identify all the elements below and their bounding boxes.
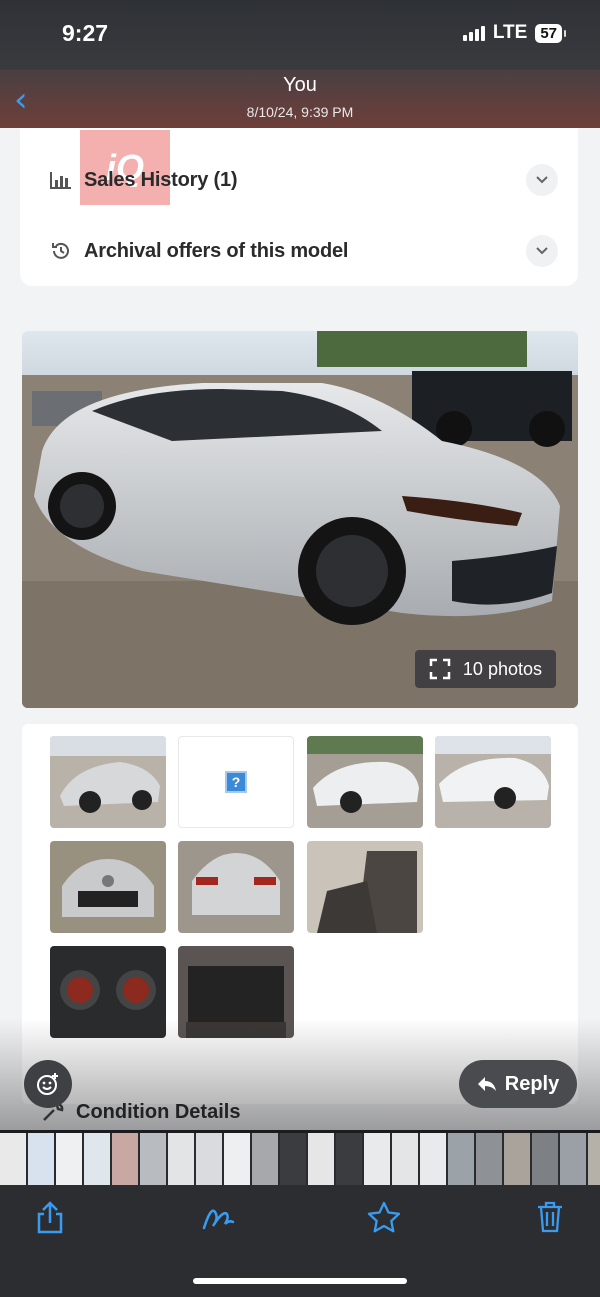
favorite-icon[interactable] — [366, 1199, 402, 1235]
nav-bar: ‹ You 8/10/24, 9:39 PM — [0, 70, 600, 128]
thumbnail-missing[interactable]: ? — [178, 736, 294, 828]
status-indicators: LTE 57 — [462, 22, 566, 44]
status-time: 9:27 — [62, 20, 109, 46]
filmstrip-thumb[interactable] — [336, 1133, 362, 1185]
filmstrip-thumb[interactable] — [560, 1133, 586, 1185]
filmstrip-thumb[interactable] — [364, 1133, 390, 1185]
filmstrip-thumb[interactable] — [252, 1133, 278, 1185]
history-icon — [48, 240, 74, 262]
thumbnail[interactable] — [178, 841, 294, 933]
sales-history-label: Sales History (1) — [84, 168, 238, 191]
reply-label: Reply — [504, 1072, 560, 1095]
home-indicator — [193, 1278, 407, 1284]
archival-offers-row[interactable]: Archival offers of this model — [48, 231, 558, 271]
filmstrip-thumb[interactable] — [56, 1133, 82, 1185]
main-car-photo[interactable]: 10 photos — [22, 331, 578, 708]
filmstrip-thumb[interactable] — [392, 1133, 418, 1185]
nav-title: You — [283, 74, 317, 96]
filmstrip-thumb[interactable] — [168, 1133, 194, 1185]
condition-details-label: Condition Details — [76, 1100, 241, 1123]
markup-icon[interactable] — [200, 1199, 236, 1235]
sales-history-row[interactable]: Sales History (1) — [48, 160, 558, 200]
photos-count-badge[interactable]: 10 photos — [414, 650, 556, 688]
battery-icon: 57 — [535, 23, 566, 43]
filmstrip-thumb[interactable] — [280, 1133, 306, 1185]
filmstrip-thumb[interactable] — [84, 1133, 110, 1185]
filmstrip-thumb[interactable] — [532, 1133, 558, 1185]
missing-image-icon: ? — [225, 771, 247, 793]
filmstrip-thumb[interactable] — [448, 1133, 474, 1185]
nav-timestamp: 8/10/24, 9:39 PM — [246, 104, 354, 120]
thumbnail[interactable] — [435, 736, 551, 828]
filmstrip-thumb[interactable] — [476, 1133, 502, 1185]
photos-count-label: 10 photos — [462, 658, 542, 679]
thumbnail[interactable] — [307, 841, 423, 933]
thumbnail[interactable] — [50, 946, 166, 1038]
chevron-down-icon[interactable] — [526, 164, 558, 196]
archival-offers-label: Archival offers of this model — [84, 239, 349, 262]
thumbnail[interactable] — [50, 736, 166, 828]
reply-button[interactable]: Reply — [459, 1060, 577, 1108]
filmstrip-thumb[interactable] — [588, 1133, 600, 1185]
fullscreen-icon — [429, 658, 451, 680]
filmstrip-thumb[interactable] — [420, 1133, 446, 1185]
condition-details-row[interactable]: Condition Details — [40, 1100, 240, 1124]
sections-card: iQ Sales History (1) Archival offers of … — [20, 128, 578, 286]
photo-content[interactable]: iQ Sales History (1) Archival offers of … — [0, 128, 600, 1130]
filmstrip-thumb[interactable] — [308, 1133, 334, 1185]
thumbnail[interactable] — [178, 946, 294, 1038]
bar-chart-icon — [48, 169, 74, 191]
add-reaction-button[interactable] — [24, 1060, 72, 1108]
thumbnail[interactable] — [50, 841, 166, 933]
thumbnail[interactable] — [307, 736, 423, 828]
filmstrip-thumb[interactable] — [196, 1133, 222, 1185]
trash-icon[interactable] — [532, 1199, 568, 1235]
filmstrip-thumb[interactable] — [224, 1133, 250, 1185]
filmstrip-thumb[interactable] — [112, 1133, 138, 1185]
signal-icon — [462, 25, 485, 41]
filmstrip-thumb[interactable] — [0, 1133, 26, 1185]
network-label: LTE — [492, 22, 528, 43]
smiley-plus-icon — [37, 1073, 58, 1095]
filmstrip-thumb[interactable] — [28, 1133, 54, 1185]
status-bar: 9:27 LTE 57 — [0, 0, 600, 70]
filmstrip-thumb[interactable] — [140, 1133, 166, 1185]
reply-arrow-icon — [477, 1077, 496, 1091]
chevron-down-icon[interactable] — [526, 235, 558, 267]
share-icon[interactable] — [32, 1199, 68, 1235]
filmstrip-thumb[interactable] — [504, 1133, 530, 1185]
thumbnail-grid: ? — [22, 724, 578, 1104]
photo-filmstrip[interactable] — [0, 1133, 600, 1185]
